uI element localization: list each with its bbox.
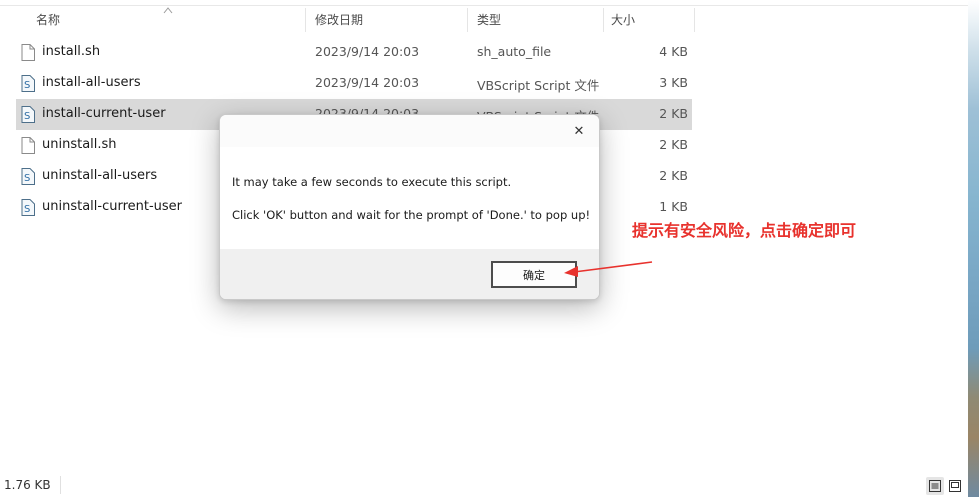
vbscript-file-icon: S xyxy=(21,75,35,92)
file-date: 2023/9/14 20:03 xyxy=(315,44,420,59)
status-selection-size: 1.76 KB xyxy=(4,478,51,492)
annotation-text: 提示有安全风险，点击确定即可 xyxy=(632,221,857,240)
file-name: install-all-users xyxy=(42,75,141,90)
svg-text:S: S xyxy=(24,204,30,215)
column-separator[interactable] xyxy=(603,8,604,32)
dialog-message-line1: It may take a few seconds to execute thi… xyxy=(232,175,512,189)
file-name: install-current-user xyxy=(42,106,166,121)
large-icons-view-icon xyxy=(949,480,961,492)
svg-text:S: S xyxy=(24,80,30,91)
close-icon: ✕ xyxy=(573,123,585,139)
file-name: uninstall.sh xyxy=(42,137,117,152)
file-date: 2023/9/14 20:03 xyxy=(315,75,420,90)
toolbar-edge xyxy=(0,0,968,6)
dialog-titlebar[interactable] xyxy=(220,115,599,147)
column-header-name[interactable]: 名称 xyxy=(36,11,60,28)
svg-text:S: S xyxy=(24,111,30,122)
large-icons-view-button[interactable] xyxy=(946,477,964,495)
column-header-row: 名称 修改日期 类型 大小 xyxy=(0,7,700,32)
desktop-wallpaper-edge xyxy=(968,0,979,497)
status-separator xyxy=(60,476,61,494)
column-header-type[interactable]: 类型 xyxy=(477,11,501,28)
column-separator[interactable] xyxy=(467,8,468,32)
file-size: 2 KB xyxy=(659,168,688,183)
blank-file-icon xyxy=(21,44,35,61)
vbscript-file-icon: S xyxy=(21,199,35,216)
svg-text:S: S xyxy=(24,173,30,184)
file-size: 3 KB xyxy=(659,75,688,90)
details-view-icon xyxy=(929,480,941,492)
file-size: 4 KB xyxy=(659,44,688,59)
blank-file-icon xyxy=(21,137,35,154)
file-row-install-sh[interactable]: install.sh 2023/9/14 20:03 sh_auto_file … xyxy=(16,37,692,68)
file-size: 2 KB xyxy=(659,137,688,152)
file-name: install.sh xyxy=(42,44,101,59)
sort-ascending-icon xyxy=(163,7,173,14)
details-view-button[interactable] xyxy=(926,477,944,495)
vbscript-file-icon: S xyxy=(21,168,35,185)
file-name: uninstall-all-users xyxy=(42,168,158,183)
file-size: 2 KB xyxy=(659,106,688,121)
dialog-close-button[interactable]: ✕ xyxy=(565,119,593,143)
file-size: 1 KB xyxy=(659,199,688,214)
annotation-arrow-icon xyxy=(564,261,653,277)
dialog-message-line2: Click 'OK' button and wait for the promp… xyxy=(232,208,591,222)
file-name: uninstall-current-user xyxy=(42,199,183,214)
vbscript-file-icon: S xyxy=(21,106,35,123)
script-prompt-dialog: ✕ It may take a few seconds to execute t… xyxy=(219,114,600,300)
column-separator[interactable] xyxy=(694,8,695,32)
file-type: VBScript Script 文件 xyxy=(477,78,600,93)
column-header-size[interactable]: 大小 xyxy=(611,11,635,28)
column-header-modified[interactable]: 修改日期 xyxy=(315,11,363,28)
column-separator[interactable] xyxy=(305,8,306,32)
file-row-install-all-users[interactable]: S install-all-users 2023/9/14 20:03 VBSc… xyxy=(16,68,692,99)
file-type: sh_auto_file xyxy=(477,44,552,59)
